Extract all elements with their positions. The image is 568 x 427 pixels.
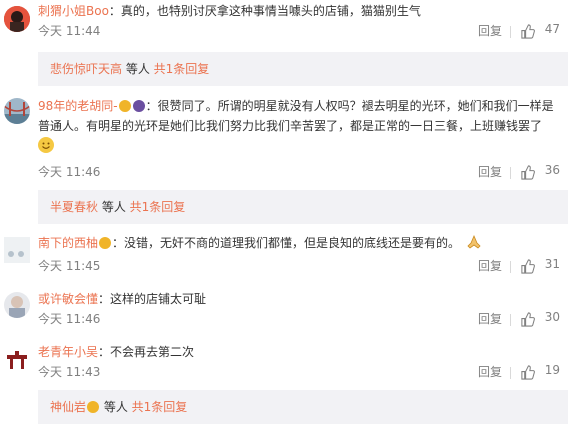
sub-reply-username[interactable]: 半夏春秋 xyxy=(50,200,98,214)
comment-body: 98年的老胡同- ：很赞同了。所谓的明星就没有人权吗？褪去明星的光环，她们和我们一… xyxy=(38,96,560,156)
smile-emoji-icon xyxy=(38,137,54,153)
comment-time: 今天 11:44 xyxy=(38,24,101,38)
comment-body: 刺猬小姐Boo：真的，也特别讨厌拿这种事情当噱头的店铺，猫猫别生气 xyxy=(38,1,560,21)
avatar[interactable] xyxy=(4,345,30,371)
like-count: 30 xyxy=(544,310,560,324)
divider xyxy=(510,26,511,38)
reply-button[interactable]: 回复 xyxy=(478,363,502,380)
like-count: 36 xyxy=(544,163,560,177)
comment-username[interactable]: 南下的西柚 xyxy=(38,236,98,250)
divider xyxy=(510,167,511,179)
comment-time: 今天 11:46 xyxy=(38,312,101,326)
gold-badge-icon xyxy=(118,100,131,112)
thumbs-up-icon xyxy=(521,24,535,39)
gold-badge-icon xyxy=(99,237,112,249)
avatar[interactable] xyxy=(4,237,30,263)
comment-username[interactable]: 刺猬小姐Boo xyxy=(38,4,109,18)
thumbs-up-icon xyxy=(521,312,535,327)
sub-reply-box: 神仙岩 等人 共1条回复 xyxy=(38,390,568,424)
thumbs-up-icon xyxy=(521,259,535,274)
sub-reply-box: 半夏春秋 等人 共1条回复 xyxy=(38,190,568,224)
reply-button[interactable]: 回复 xyxy=(478,257,502,274)
divider xyxy=(510,367,511,379)
sub-reply-box: 悲伤惊吓天高 等人 共1条回复 xyxy=(38,52,568,86)
reply-button[interactable]: 回复 xyxy=(478,310,502,327)
vip-badge-icon xyxy=(132,100,145,112)
thumbs-up-icon xyxy=(521,165,535,180)
avatar[interactable] xyxy=(4,6,30,32)
comment-text: ：这样的店铺太可耻 xyxy=(98,292,207,306)
like-count: 47 xyxy=(544,22,560,36)
comment-meta: 今天 11:45 回复 31 xyxy=(38,257,560,277)
comment-time: 今天 11:45 xyxy=(38,259,101,273)
like-count: 31 xyxy=(544,257,560,271)
sub-reply-text: 等人 xyxy=(98,200,130,214)
comment-username[interactable]: 98年的老胡同- xyxy=(38,99,118,113)
comment-meta: 今天 11:46 回复 30 xyxy=(38,310,560,330)
gold-badge-icon xyxy=(87,401,100,413)
like-count: 19 xyxy=(544,363,560,377)
comment-meta: 今天 11:46 回复 36 xyxy=(38,163,560,183)
divider xyxy=(510,261,511,273)
praying-hands-icon xyxy=(466,234,482,256)
view-replies-link[interactable]: 共1条回复 xyxy=(132,400,188,414)
avatar[interactable] xyxy=(4,292,30,318)
reply-button[interactable]: 回复 xyxy=(478,163,502,180)
comment-body: 南下的西柚 ：没错，无奸不商的道理我们都懂，但是良知的底线还是要有的。 xyxy=(38,233,560,256)
sub-reply-text: 等人 xyxy=(122,62,154,76)
thumbs-up-icon xyxy=(521,365,535,380)
comment-body: 老青年小吴：不会再去第二次 xyxy=(38,342,560,362)
comment-body: 或许敏会懂：这样的店铺太可耻 xyxy=(38,289,560,309)
divider xyxy=(510,314,511,326)
comment-username[interactable]: 或许敏会懂 xyxy=(38,292,98,306)
reply-button[interactable]: 回复 xyxy=(478,22,502,39)
comment-text: ：不会再去第二次 xyxy=(98,345,195,359)
comment-text: ：没错，无奸不商的道理我们都懂，但是良知的底线还是要有的。 xyxy=(112,236,461,250)
sub-reply-text: 等人 xyxy=(100,400,132,414)
comment-meta: 今天 11:43 回复 19 xyxy=(38,363,560,383)
view-replies-link[interactable]: 共1条回复 xyxy=(154,62,210,76)
comment-time: 今天 11:46 xyxy=(38,165,101,179)
sub-reply-username[interactable]: 悲伤惊吓天高 xyxy=(50,62,122,76)
avatar[interactable] xyxy=(4,98,30,124)
comment-meta: 今天 11:44 回复 47 xyxy=(38,22,560,42)
comment-time: 今天 11:43 xyxy=(38,365,101,379)
view-replies-link[interactable]: 共1条回复 xyxy=(130,200,186,214)
comment-username[interactable]: 老青年小吴 xyxy=(38,345,98,359)
comment-text: ：真的，也特别讨厌拿这种事情当噱头的店铺，猫猫别生气 xyxy=(108,4,421,18)
sub-reply-username[interactable]: 神仙岩 xyxy=(50,400,86,414)
